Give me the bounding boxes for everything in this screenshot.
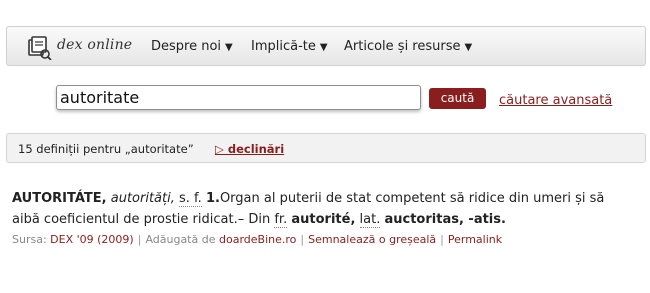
source-link[interactable]: DEX '09 (2009) [50, 233, 134, 246]
results-summary-bar: 15 definiții pentru „autoritate” ▷ decli… [6, 133, 646, 163]
permalink-link[interactable]: Permalink [448, 233, 502, 246]
etymology-fr: autorité, [291, 212, 356, 227]
sense-number: 1. [205, 191, 220, 206]
nav-label: Implică-te [251, 39, 316, 54]
top-navbar: dex online Despre noi ▼ Implică-te ▼ Artic… [6, 26, 646, 66]
source-label: Sursa: [12, 233, 47, 246]
search-input[interactable] [56, 85, 421, 110]
nav-articole-resurse[interactable]: Articole și resurse ▼ [344, 39, 472, 54]
plural-form: autorități, [110, 191, 175, 206]
definition-meta: Sursa: DEX '09 (2009) | Adăugată de doarde… [12, 233, 632, 246]
logo-text: dex online [57, 37, 133, 53]
added-label: Adăugată de [145, 233, 216, 246]
results-count: 15 definiții pentru „autoritate” [18, 142, 194, 156]
fr-abbr: fr. [274, 212, 288, 228]
declinari-link[interactable]: ▷ declinări [215, 142, 284, 156]
report-error-link[interactable]: Semnalează o greșeală [308, 233, 436, 246]
definition-text: AUTORITÁTE, autorități, s. f. 1.Organ al… [12, 188, 612, 230]
headword: AUTORITÁTE, [12, 191, 107, 206]
definition-entry: AUTORITÁTE, autorități, s. f. 1.Organ al… [12, 188, 612, 230]
separator: | [300, 233, 305, 246]
caret-down-icon: ▼ [225, 42, 233, 53]
separator: | [137, 233, 142, 246]
nav-despre-noi[interactable]: Despre noi ▼ [151, 39, 233, 54]
logo-books-icon [28, 36, 52, 60]
caret-down-icon: ▼ [319, 42, 328, 53]
search-button[interactable]: caută [429, 88, 486, 109]
author-link[interactable]: doardeBine.ro [219, 233, 296, 246]
lat-abbr: lat. [359, 212, 381, 228]
nav-label: Articole și resurse [344, 39, 461, 54]
nav-label: Despre noi [151, 39, 222, 54]
advanced-search-link[interactable]: căutare avansată [499, 93, 612, 108]
caret-down-icon: ▼ [464, 42, 473, 53]
etymology-lat: auctoritas, -atis. [384, 212, 506, 227]
site-logo[interactable]: dex online [26, 32, 132, 62]
nav-implica-te[interactable]: Implică-te ▼ [251, 39, 328, 54]
separator: | [440, 233, 444, 246]
gender-abbr: s. f. [179, 191, 202, 207]
